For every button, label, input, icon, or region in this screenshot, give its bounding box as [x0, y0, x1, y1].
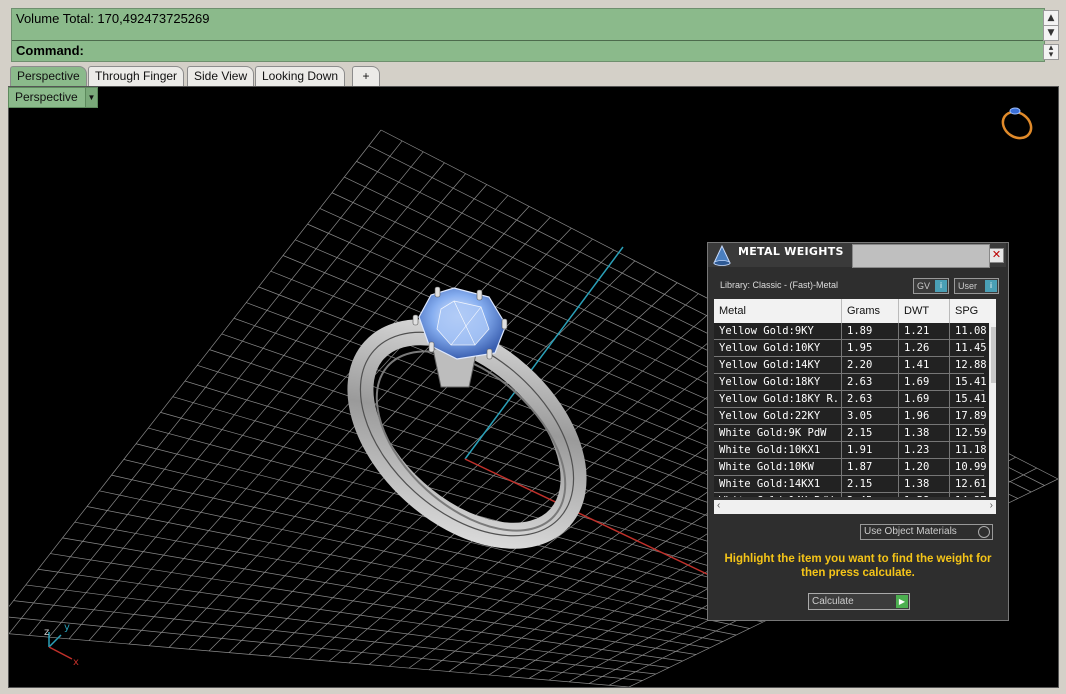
vertical-scrollbar[interactable]: [989, 323, 996, 497]
dwt-cell: 1.21: [899, 323, 950, 339]
table-row[interactable]: White Gold:14K PdW2.451.5814.37: [714, 493, 996, 497]
scroll-up-icon[interactable]: ▲: [1043, 10, 1059, 26]
table-row[interactable]: Yellow Gold:22KY 3.05 1.96 17.89: [714, 408, 996, 425]
col-metal[interactable]: Metal: [714, 299, 842, 323]
metal-cell: Yellow Gold:22KY: [714, 408, 842, 424]
x-axis-label: x: [73, 657, 79, 668]
dwt-cell: 1.38: [899, 476, 950, 492]
col-grams[interactable]: Grams: [842, 299, 899, 323]
dwt-cell: 1.69: [899, 374, 950, 390]
grams-cell: 2.20: [842, 357, 899, 373]
close-icon[interactable]: ✕: [989, 248, 1004, 263]
tab-looking-down[interactable]: Looking Down: [255, 66, 346, 86]
title-bar-fill: [852, 244, 990, 268]
panel-header: METAL WEIGHTS ✕: [708, 243, 1006, 268]
grams-cell: 1.89: [842, 323, 899, 339]
user-label: User: [958, 281, 978, 291]
table-row[interactable]: White Gold:9K PdW 2.15 1.38 12.59: [714, 425, 996, 442]
command-area[interactable]: Volume Total: 170,492473725269 Command:: [11, 8, 1045, 62]
panel-title: METAL WEIGHTS: [738, 245, 844, 258]
tab-through-finger[interactable]: Through Finger: [88, 66, 185, 86]
grams-cell: 2.63: [842, 374, 899, 390]
metal-cell: White Gold:9K PdW: [714, 425, 842, 441]
metal-cell: Yellow Gold:10KY: [714, 340, 842, 356]
metal-cell: White Gold:14K PdW: [714, 493, 842, 497]
calculate-label: Calculate: [812, 596, 854, 607]
scroll-right-icon[interactable]: ›: [990, 500, 993, 511]
grams-cell: 2.45: [842, 493, 899, 497]
grams-cell: 3.05: [842, 408, 899, 424]
dwt-cell: 1.23: [899, 442, 950, 458]
chevron-down-icon[interactable]: ▼: [85, 88, 97, 107]
volume-total-output: Volume Total: 170,492473725269: [16, 11, 210, 26]
cone-icon: [713, 244, 731, 266]
grams-cell: 2.15: [842, 425, 899, 441]
dwt-cell: 1.96: [899, 408, 950, 424]
metal-cell: White Gold:14KX1: [714, 476, 842, 492]
grams-cell: 2.63: [842, 391, 899, 407]
table-row[interactable]: Yellow Gold:18KY R... 2.63 1.69 15.41: [714, 391, 996, 408]
grams-cell: 1.87: [842, 459, 899, 475]
gv-label: GV: [917, 281, 931, 291]
table-row[interactable]: Yellow Gold:9KY 1.89 1.21 11.08: [714, 323, 996, 340]
dwt-cell: 1.58: [899, 493, 950, 497]
table-row[interactable]: Yellow Gold:10KY 1.95 1.26 11.45: [714, 340, 996, 357]
table-row[interactable]: White Gold:10KW 1.87 1.20 10.99: [714, 459, 996, 476]
metal-cell: Yellow Gold:18KY: [714, 374, 842, 390]
viewport-label: Perspective: [15, 90, 78, 104]
axis-gizmo: [48, 632, 73, 660]
scroll-thumb[interactable]: [991, 327, 996, 383]
metal-cell: Yellow Gold:9KY: [714, 323, 842, 339]
dwt-cell: 1.38: [899, 425, 950, 441]
dwt-cell: 1.41: [899, 357, 950, 373]
table-row[interactable]: White Gold:14KX1 2.15 1.38 12.61: [714, 476, 996, 493]
play-icon[interactable]: ▶: [896, 595, 908, 608]
table-row[interactable]: White Gold:10KX1 1.91 1.23 11.18: [714, 442, 996, 459]
metal-cell: Yellow Gold:18KY R...: [714, 391, 842, 407]
metal-cell: Yellow Gold:14KY: [714, 357, 842, 373]
col-spg[interactable]: SPG: [950, 299, 996, 323]
table-header: Metal Grams DWT SPG: [714, 299, 996, 323]
user-select[interactable]: User i: [954, 278, 999, 294]
table-body: Yellow Gold:9KY 1.89 1.21 11.08 Yellow Gold:…: [714, 323, 996, 497]
z-axis-label: z: [44, 627, 49, 638]
viewport-label-dropdown[interactable]: Perspective ▼: [8, 87, 98, 108]
metal-cell: White Gold:10KX1: [714, 442, 842, 458]
grams-cell: 1.95: [842, 340, 899, 356]
table-row[interactable]: Yellow Gold:14KY 2.20 1.41 12.88: [714, 357, 996, 374]
table-row[interactable]: Yellow Gold:18KY 2.63 1.69 15.41: [714, 374, 996, 391]
metal-cell: White Gold:10KW: [714, 459, 842, 475]
grams-cell: 2.15: [842, 476, 899, 492]
info-icon[interactable]: i: [935, 280, 947, 292]
use-object-materials-toggle[interactable]: Use Object Materials: [860, 524, 993, 540]
calculate-button[interactable]: Calculate ▶: [808, 593, 910, 610]
use-object-materials-label: Use Object Materials: [864, 526, 957, 537]
dwt-cell: 1.20: [899, 459, 950, 475]
scroll-left-icon[interactable]: ‹: [717, 500, 720, 511]
horizontal-scrollbar[interactable]: ‹ ›: [714, 500, 996, 514]
dwt-cell: 1.69: [899, 391, 950, 407]
radio-icon[interactable]: [978, 526, 990, 538]
command-prompt[interactable]: Command:: [16, 43, 84, 58]
metal-table[interactable]: Metal Grams DWT SPG Yellow Gold:9KY 1.89 1…: [714, 299, 996, 497]
instruction-text: Highlight the item you want to find the …: [724, 553, 992, 579]
y-axis-label: y: [64, 622, 70, 633]
library-label: Library: Classic - (Fast)-Metal: [720, 280, 839, 290]
add-tab-icon[interactable]: +: [352, 66, 380, 86]
dwt-cell: 1.26: [899, 340, 950, 356]
command-separator: [12, 40, 1044, 41]
metal-weights-panel[interactable]: METAL WEIGHTS ✕ Library: Classic - (Fast…: [707, 242, 1009, 621]
resize-icon[interactable]: ▴ ▾: [1043, 44, 1059, 60]
tab-side-view[interactable]: Side View: [187, 66, 255, 86]
ring-orientation-icon: [1001, 107, 1033, 140]
col-dwt[interactable]: DWT: [899, 299, 950, 323]
grams-cell: 1.91: [842, 442, 899, 458]
tab-perspective[interactable]: Perspective: [10, 66, 87, 86]
scroll-down-icon[interactable]: ▼: [1043, 25, 1059, 41]
gv-select[interactable]: GV i: [913, 278, 949, 294]
info-icon[interactable]: i: [985, 280, 997, 292]
